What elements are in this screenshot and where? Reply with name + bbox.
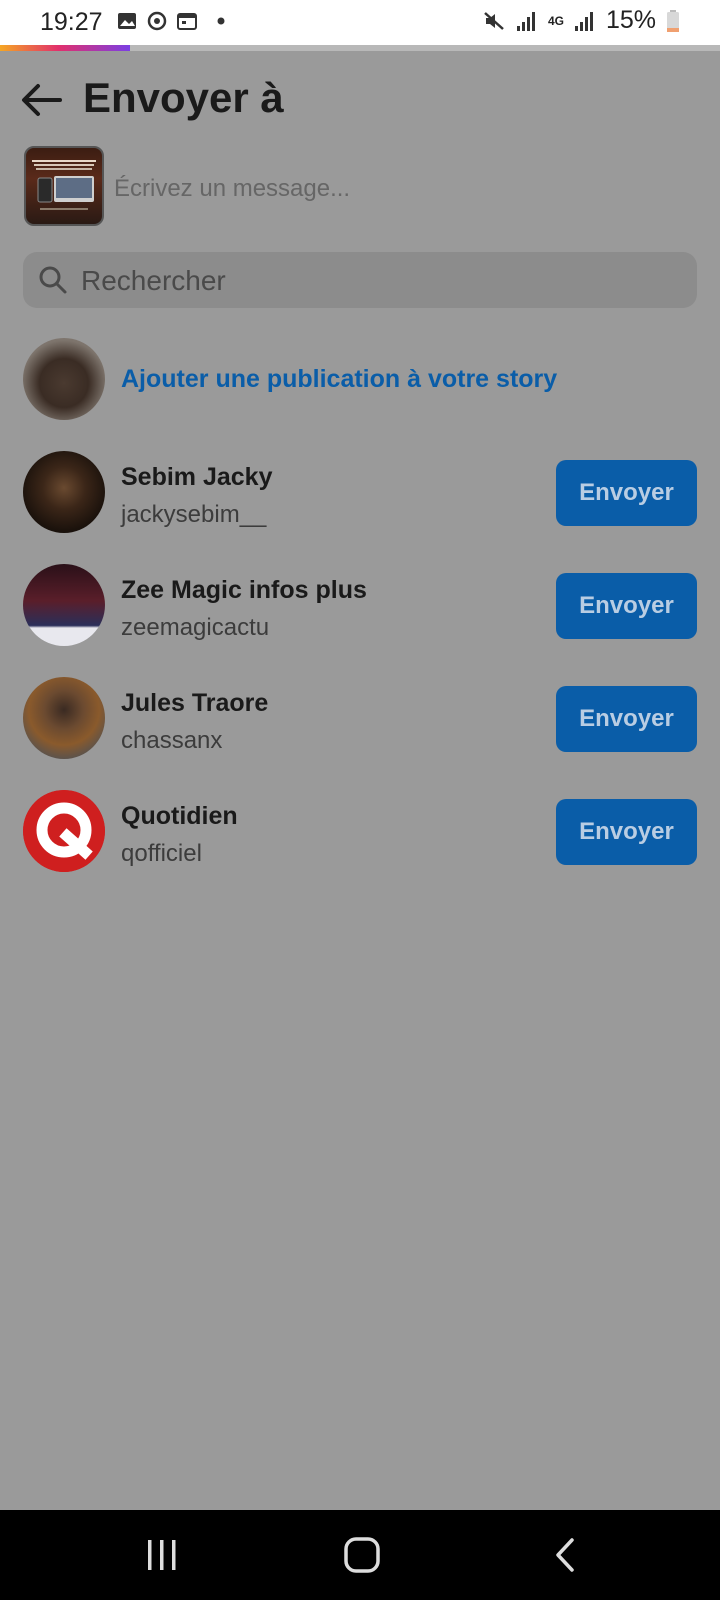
status-bar: 19:27 4G 15% [0, 0, 720, 45]
avatar [23, 677, 105, 759]
contact-name: Jules Traore [121, 689, 269, 717]
avatar [23, 564, 105, 646]
recent-apps-icon [148, 1540, 176, 1570]
contact-name: Sebim Jacky [121, 463, 273, 491]
add-to-story-label[interactable]: Ajouter une publication à votre story [121, 365, 557, 394]
back-nav-button[interactable] [535, 1530, 595, 1580]
recent-apps-button[interactable] [132, 1530, 192, 1580]
image-icon [118, 13, 136, 29]
avatar [23, 790, 105, 872]
contact-row: Sebim Jacky jackysebim__ Envoyer [0, 451, 720, 535]
add-to-story-row[interactable]: Ajouter une publication à votre story [0, 338, 720, 422]
back-button[interactable] [16, 74, 68, 126]
post-preview-image [32, 160, 96, 210]
contact-username: chassanx [121, 727, 223, 754]
dot-icon [217, 17, 225, 25]
mute-icon [484, 11, 504, 30]
upload-progress-bar [0, 45, 720, 51]
upload-progress-fill [0, 45, 130, 51]
signal-icon [574, 11, 593, 31]
avatar [23, 338, 105, 420]
avatar [23, 451, 105, 533]
quotidien-logo-icon [23, 790, 105, 872]
system-nav-bar [0, 1510, 720, 1600]
status-right: 4G 15% [482, 6, 680, 35]
battery-icon [667, 9, 679, 32]
page-title: Envoyer à [83, 74, 284, 121]
back-icon [556, 1538, 574, 1572]
status-time: 19:27 [40, 8, 103, 36]
send-button[interactable]: Envoyer [556, 799, 697, 865]
send-button[interactable]: Envoyer [556, 460, 697, 526]
arrow-left-icon [22, 84, 62, 116]
search-bar[interactable] [23, 252, 697, 308]
contact-row: Jules Traore chassanx Envoyer [0, 677, 720, 761]
message-input[interactable] [112, 168, 676, 210]
post-thumbnail [24, 146, 104, 226]
contact-name: Zee Magic infos plus [121, 576, 367, 604]
battery-percent: 15% [605, 6, 656, 34]
contact-name: Quotidien [121, 802, 238, 830]
signal-icon [516, 11, 535, 31]
contact-row: Zee Magic infos plus zeemagicactu Envoye… [0, 564, 720, 648]
search-icon [39, 266, 67, 294]
search-input[interactable] [79, 260, 683, 302]
send-button[interactable]: Envoyer [556, 686, 697, 752]
sync-icon [147, 11, 167, 31]
send-button[interactable]: Envoyer [556, 573, 697, 639]
calendar-icon [177, 13, 197, 30]
contact-username: zeemagicactu [121, 614, 270, 641]
contact-username: qofficiel [121, 840, 202, 867]
contact-row: Quotidien qofficiel Envoyer [0, 790, 720, 874]
network-type: 4G [547, 13, 564, 28]
home-icon [344, 1537, 380, 1573]
header: Envoyer à [0, 60, 720, 140]
contact-username: jackysebim__ [121, 501, 267, 528]
home-button[interactable] [332, 1530, 392, 1580]
